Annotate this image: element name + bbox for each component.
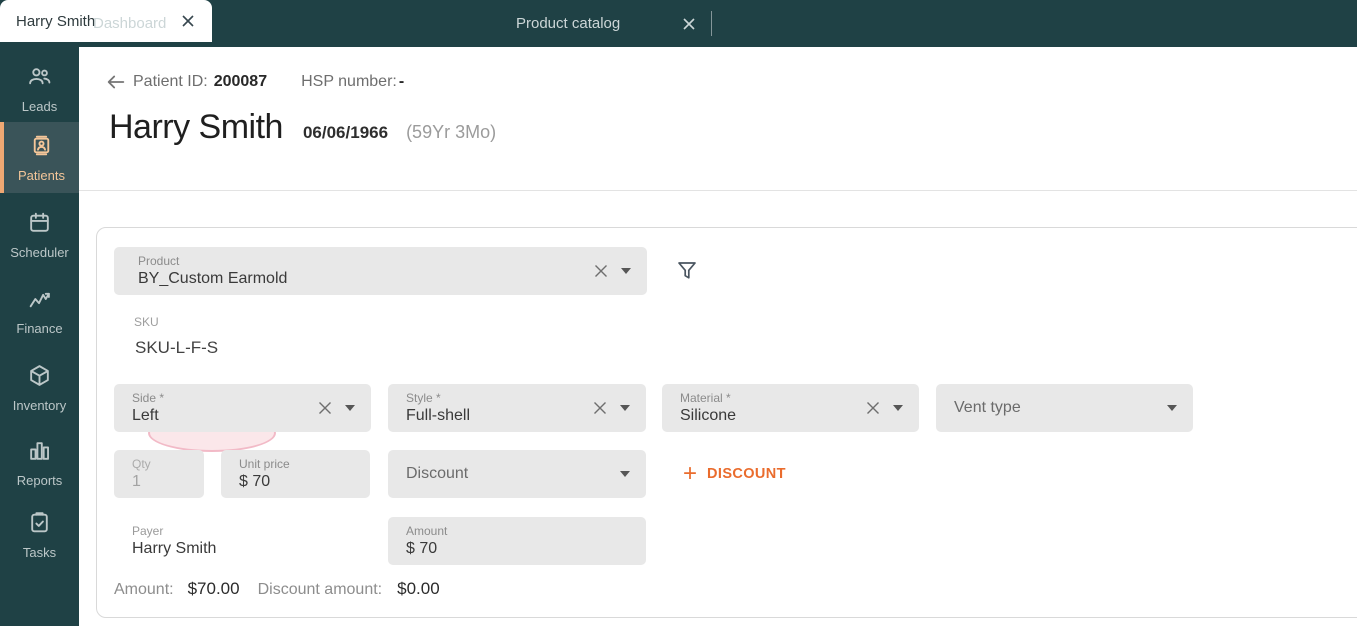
total-amount-label: Amount:: [114, 581, 174, 598]
clear-icon[interactable]: [865, 400, 881, 416]
unit-price-label: Unit price: [239, 456, 290, 471]
patient-id-value: 200087: [213, 73, 268, 90]
total-discount-value: $0.00: [397, 579, 440, 598]
chevron-down-icon[interactable]: [345, 405, 355, 411]
tab-product-catalog-label: Product catalog: [516, 15, 621, 32]
total-discount-label: Discount amount:: [257, 581, 383, 598]
tasks-clipboard-icon: [27, 510, 52, 540]
chevron-down-icon[interactable]: [620, 405, 630, 411]
clear-icon[interactable]: [592, 400, 608, 416]
sku-label: SKU: [134, 315, 159, 329]
patient-name: Harry Smith: [109, 108, 283, 146]
patients-badge-icon: [29, 133, 54, 163]
unit-price-field[interactable]: Unit price $ 70: [221, 450, 370, 498]
amount-value: $ 70: [406, 539, 438, 557]
sidebar-item-label: Patients: [18, 167, 65, 183]
sidebar-item-leads[interactable]: Leads: [0, 57, 79, 121]
sidebar-item-inventory[interactable]: Inventory: [0, 356, 79, 420]
product-value: BY_Custom Earmold: [138, 269, 288, 287]
amount-field[interactable]: Amount $ 70: [388, 517, 646, 565]
back-arrow-icon[interactable]: [105, 71, 127, 93]
product-select[interactable]: Product BY_Custom Earmold: [114, 247, 647, 295]
add-discount-button[interactable]: + DISCOUNT: [683, 462, 786, 486]
calendar-icon: [27, 210, 52, 240]
side-value: Left: [132, 406, 159, 424]
qty-value: 1: [132, 472, 141, 490]
close-icon[interactable]: [681, 16, 697, 32]
finance-chart-icon: [27, 286, 52, 316]
plus-icon: +: [683, 460, 698, 487]
payer-value: Harry Smith: [132, 539, 217, 557]
sidebar-item-finance[interactable]: Finance: [0, 279, 79, 343]
sku-value: SKU-L-F-S: [135, 338, 219, 357]
side-select[interactable]: Side * Left: [114, 384, 371, 432]
vent-type-placeholder: Vent type: [954, 399, 1021, 416]
reports-bars-icon: [27, 438, 52, 468]
material-value: Silicone: [680, 406, 737, 424]
sku-field: SKU SKU-L-F-S: [134, 315, 276, 452]
payer-field: Payer Harry Smith: [114, 517, 372, 565]
header-divider: [79, 190, 1357, 191]
payer-label: Payer: [132, 523, 164, 538]
filter-funnel-icon[interactable]: [676, 259, 698, 283]
sidebar-item-label: Inventory: [12, 398, 67, 413]
inventory-cube-icon: [27, 363, 52, 393]
vent-type-select[interactable]: Vent type: [936, 384, 1193, 432]
product-label: Product: [138, 253, 180, 268]
style-value: Full-shell: [406, 406, 471, 424]
sidebar-item-label: Leads: [21, 99, 58, 114]
tab-dashboard-label: Dashboard: [93, 15, 167, 32]
app-window: Dashboard Harry Smith Product catalog Le…: [0, 0, 1357, 626]
style-select[interactable]: Style * Full-shell: [388, 384, 646, 432]
sidebar-item-scheduler[interactable]: Scheduler: [0, 203, 79, 267]
sidebar-nav: Leads Patients Scheduler Finance Invento…: [0, 47, 79, 626]
chevron-down-icon[interactable]: [893, 405, 903, 411]
sidebar-item-reports[interactable]: Reports: [0, 431, 79, 495]
sidebar-item-tasks[interactable]: Tasks: [0, 503, 79, 567]
sidebar-item-label: Scheduler: [10, 245, 69, 260]
patient-header: Harry Smith 06/06/1966 (59Yr 3Mo): [109, 108, 496, 147]
add-discount-label: DISCOUNT: [707, 466, 786, 482]
chevron-down-icon[interactable]: [620, 471, 630, 477]
totals-row: Amount: $70.00 Discount amount: $0.00: [114, 579, 440, 599]
discount-select[interactable]: Discount: [388, 450, 646, 498]
chevron-down-icon[interactable]: [1167, 405, 1177, 411]
discount-placeholder: Discount: [406, 465, 469, 482]
total-amount-value: $70.00: [187, 579, 240, 598]
leads-people-icon: [27, 64, 52, 94]
hsp-number-value: -: [398, 73, 405, 90]
amount-label: Amount: [406, 523, 448, 538]
style-label: Style *: [406, 390, 441, 405]
clear-icon[interactable]: [317, 400, 333, 416]
sidebar-item-label: Finance: [16, 321, 63, 336]
sidebar-item-label: Tasks: [22, 545, 57, 560]
unit-price-value: $ 70: [239, 472, 271, 490]
patient-meta: Patient ID: 200087 HSP number: -: [133, 73, 404, 91]
clear-icon[interactable]: [593, 263, 609, 279]
side-label: Side *: [132, 390, 165, 405]
patient-age: (59Yr 3Mo): [406, 122, 497, 142]
material-label: Material *: [680, 390, 731, 405]
tab-product-catalog[interactable]: Product catalog: [502, 0, 711, 47]
material-select[interactable]: Material * Silicone: [662, 384, 919, 432]
patient-id-label: Patient ID:: [133, 73, 208, 90]
chevron-down-icon[interactable]: [621, 268, 631, 274]
order-item-card: Product BY_Custom Earmold SKU SKU-L-F-S …: [96, 227, 1357, 618]
sidebar-item-label: Reports: [16, 473, 63, 488]
tab-separator: [711, 11, 712, 36]
patient-dob: 06/06/1966: [302, 123, 389, 142]
qty-label: Qty: [132, 456, 151, 471]
sidebar-item-patients[interactable]: Patients: [0, 122, 79, 193]
qty-field: Qty 1: [114, 450, 204, 498]
tab-dashboard[interactable]: Dashboard: [79, 0, 290, 47]
hsp-number-label: HSP number:: [301, 73, 397, 90]
tab-bar: Dashboard Harry Smith Product catalog: [0, 0, 1357, 47]
